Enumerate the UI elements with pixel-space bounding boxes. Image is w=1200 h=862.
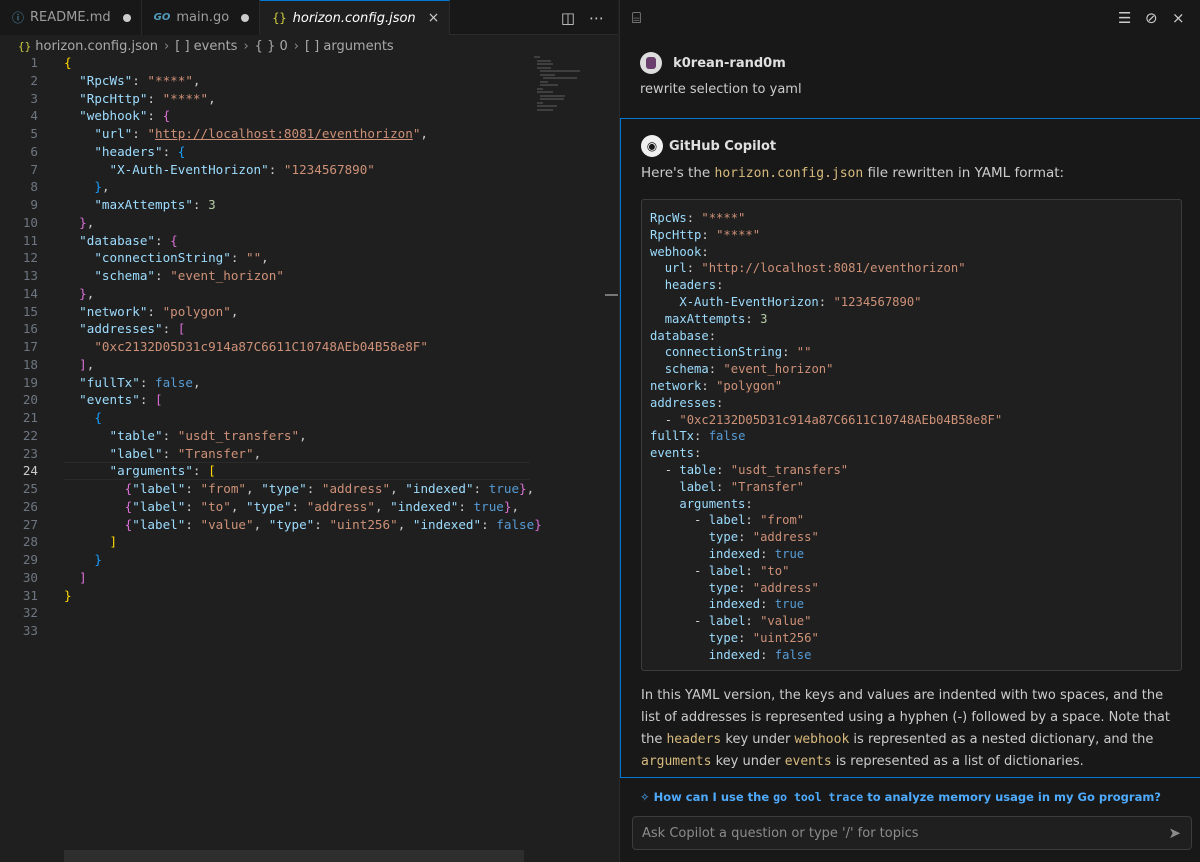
chat-input[interactable]: Ask Copilot a question or type '/' for t…: [632, 816, 1192, 850]
code-line: 11 "database": {: [22, 232, 178, 248]
code-line: 26 {"label": "to", "type": "address", "i…: [22, 498, 520, 514]
code-line: 28 ]: [22, 534, 118, 550]
code-line: 14 },: [22, 285, 95, 301]
yaml-code-block[interactable]: RpcWs: "****" RpcHttp: "****" webhook: u…: [641, 199, 1182, 671]
send-icon[interactable]: ➤: [1168, 824, 1181, 842]
json-file-icon: {}: [18, 39, 32, 53]
tab-label: horizon.config.json: [292, 10, 416, 26]
code-line: 15 "network": "polygon",: [22, 303, 239, 319]
tab-horizon-config[interactable]: {} horizon.config.json ×: [260, 0, 451, 35]
code-line: 23 "label": "Transfer",: [22, 445, 262, 461]
chevron-right-icon: ›: [243, 38, 249, 54]
code-line: 18 ],: [22, 356, 95, 372]
code-line: 25 {"label": "from", "type": "address", …: [22, 481, 535, 496]
split-editor-icon[interactable]: ◫: [561, 9, 575, 27]
code-line: 4 "webhook": {: [30, 108, 171, 124]
code-line: 33: [22, 623, 38, 638]
modified-dot-icon[interactable]: [241, 13, 250, 22]
code-line: 9 "maxAttempts": 3: [30, 197, 216, 212]
assistant-response: ◉ GitHub Copilot Here's the horizon.conf…: [620, 118, 1200, 778]
tab-readme[interactable]: ⓘ README.md: [0, 0, 142, 35]
code-line: 30 ]: [22, 569, 87, 585]
chat-icon[interactable]: ⌸: [632, 9, 641, 27]
code-line: 31}: [22, 587, 72, 603]
tab-label: README.md: [30, 10, 111, 25]
code-line: 17 "0xc2132D05D31c914a87C6611C10748AEb04…: [22, 339, 428, 354]
code-line: 7 "X-Auth-EventHorizon": "1234567890": [30, 161, 375, 177]
breadcrumb-item-file[interactable]: horizon.config.json: [35, 39, 158, 54]
breadcrumb-item-arguments[interactable]: [ ] arguments: [305, 39, 394, 54]
code-line: 27 {"label": "value", "type": "uint256",…: [22, 516, 542, 532]
go-file-icon: GO: [153, 12, 171, 23]
response-explanation: In this YAML version, the keys and value…: [641, 688, 1170, 769]
editor-actions: ◫ ⋯: [561, 0, 604, 35]
code-line: 1{: [30, 55, 72, 70]
code-line: 19 "fullTx": false,: [22, 374, 201, 390]
code-line: 16 "addresses": [: [22, 321, 186, 337]
code-line: 12 "connectionString": "",: [22, 250, 269, 266]
tab-label: main.go: [176, 10, 230, 25]
user-message-header: k0rean-rand0m: [640, 52, 786, 74]
modified-dot-icon[interactable]: [122, 13, 131, 22]
copilot-chat-panel: ⌸ ☰ ⊘ × k0rean-rand0m rewrite selection …: [619, 0, 1200, 862]
code-line: 10 },: [22, 214, 95, 230]
editor-tab-bar: ⓘ README.md GO main.go {} horizon.config…: [0, 0, 618, 35]
scrollbar-thumb[interactable]: [605, 294, 618, 296]
code-line: 32: [22, 605, 38, 621]
minimap[interactable]: [534, 56, 604, 118]
clear-chat-icon[interactable]: ☰: [1118, 9, 1131, 27]
code-line: 6 "headers": {: [30, 143, 186, 159]
chat-header: ⌸ ☰ ⊘ ×: [620, 0, 1200, 35]
code-line: 22 "table": "usdt_transfers",: [22, 427, 307, 443]
assistant-name: GitHub Copilot: [669, 138, 777, 154]
code-line: 3 "RpcHttp": "****",: [30, 90, 216, 106]
code-line-current: 24 "arguments": [: [0, 462, 530, 480]
close-icon[interactable]: ×: [428, 10, 440, 26]
chevron-right-icon: ›: [164, 38, 170, 54]
code-editor[interactable]: 1{ 2 "RpcWs": "****", 3 "RpcHttp": "****…: [0, 54, 542, 844]
assistant-header: ◉ GitHub Copilot: [641, 135, 776, 157]
code-line: 2 "RpcWs": "****",: [30, 72, 201, 88]
code-line: 29 }: [22, 552, 102, 567]
chevron-right-icon: ›: [293, 38, 299, 54]
copilot-icon: ◉: [641, 135, 663, 157]
avatar: [640, 52, 662, 74]
breadcrumb-item-events[interactable]: [ ] events: [175, 39, 237, 54]
new-chat-icon[interactable]: ⊘: [1145, 9, 1158, 27]
code-line: 5 "url": "http://localhost:8081/eventhor…: [30, 126, 429, 141]
breadcrumb-item-index[interactable]: { } 0: [255, 39, 288, 54]
horizontal-scrollbar[interactable]: [64, 850, 524, 862]
info-icon: ⓘ: [12, 11, 25, 25]
user-message-text: rewrite selection to yaml: [640, 82, 802, 97]
code-line: 13 "schema": "event_horizon": [22, 268, 284, 283]
response-intro: Here's the horizon.config.json file rewr…: [641, 165, 1065, 181]
code-line: 21 {: [22, 410, 102, 425]
json-file-icon: {}: [272, 11, 287, 25]
followup-suggestion[interactable]: ✧ How can I use the go tool trace to ana…: [640, 790, 1161, 804]
more-actions-icon[interactable]: ⋯: [589, 9, 604, 27]
code-line: 8 },: [30, 179, 110, 195]
sparkle-icon: ✧: [640, 790, 654, 804]
close-icon[interactable]: ×: [1172, 9, 1185, 27]
tab-main-go[interactable]: GO main.go: [141, 0, 261, 35]
code-line: 20 "events": [: [22, 392, 163, 408]
editor-panel: ⓘ README.md GO main.go {} horizon.config…: [0, 0, 618, 862]
user-name: k0rean-rand0m: [673, 55, 786, 71]
chat-input-placeholder: Ask Copilot a question or type '/' for t…: [642, 826, 919, 841]
